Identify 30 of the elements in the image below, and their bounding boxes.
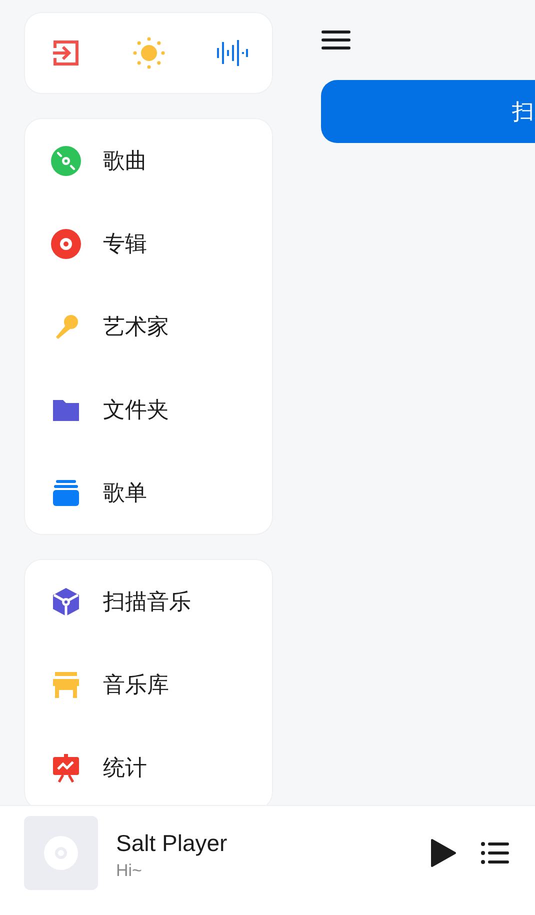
menu-label: 歌单: [103, 478, 147, 506]
menu-item[interactable]: 歌单: [25, 451, 272, 534]
menu-label: 歌曲: [103, 146, 147, 174]
scan-button[interactable]: 扫: [321, 80, 535, 143]
menu-item[interactable]: 文件夹: [25, 368, 272, 451]
menu-label: 专辑: [103, 230, 147, 258]
disc-icon: [51, 146, 81, 176]
disc-icon: [51, 228, 81, 258]
menu-label: 艺术家: [103, 312, 169, 340]
menu-label: 音乐库: [103, 670, 169, 698]
track-title: Salt Player: [116, 830, 228, 857]
play-icon[interactable]: [429, 838, 457, 868]
cube-icon: [51, 586, 81, 616]
menu-label: 文件夹: [103, 396, 169, 424]
waveform-icon[interactable]: [216, 39, 248, 67]
menu-item[interactable]: 艺术家: [25, 285, 272, 368]
menu-item[interactable]: 音乐库: [25, 643, 272, 726]
playlist-icon[interactable]: [481, 841, 509, 865]
store-icon: [51, 670, 81, 700]
chart-board-icon: [51, 752, 81, 782]
track-subtitle: Hi~: [116, 861, 143, 881]
menu-item[interactable]: 扫描音乐: [25, 560, 272, 643]
menu-item[interactable]: 歌曲: [25, 119, 272, 202]
menu-item[interactable]: 专辑: [25, 202, 272, 285]
menu-label: 扫描音乐: [103, 588, 191, 616]
menu-label: 统计: [103, 754, 147, 782]
menu-item[interactable]: 统计: [25, 726, 272, 809]
exit-icon[interactable]: [51, 38, 81, 68]
menu-icon[interactable]: [321, 28, 351, 52]
stack-icon: [51, 478, 81, 508]
